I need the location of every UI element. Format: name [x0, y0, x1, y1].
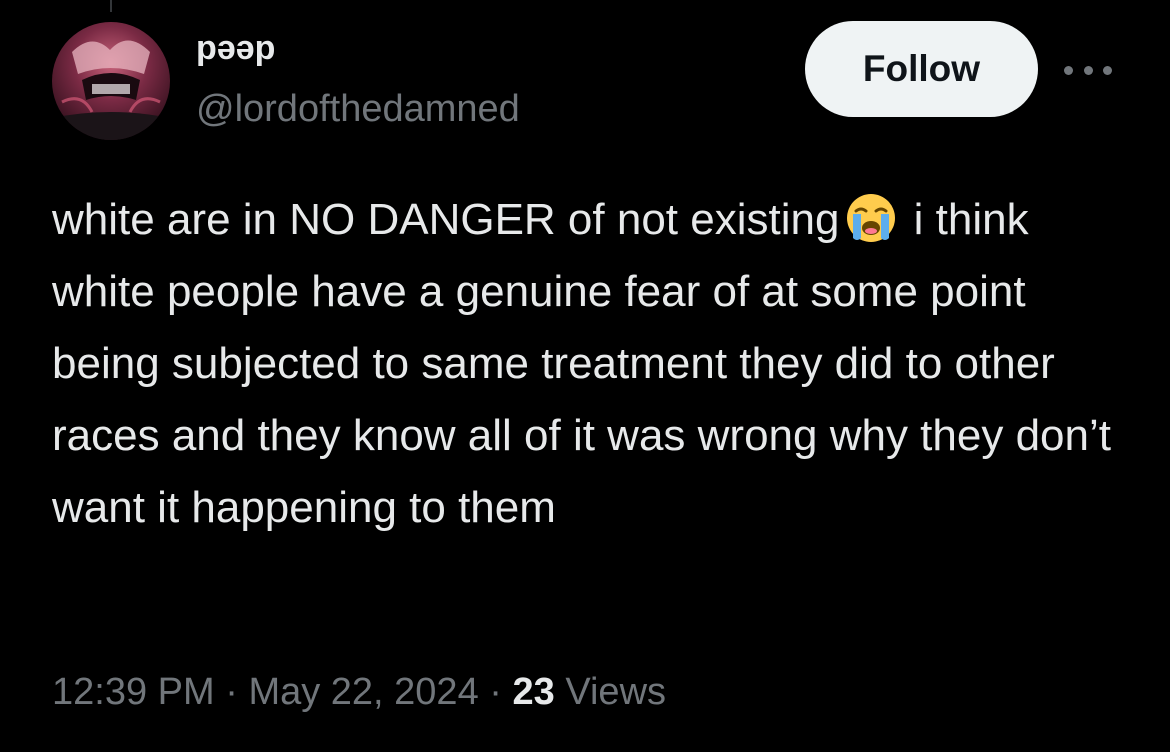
tweet-text-before-emoji: white are in NO DANGER of not existing — [52, 195, 840, 244]
tweet-time[interactable]: 12:39 PM — [52, 671, 215, 713]
author-display-name[interactable]: pəəp — [196, 28, 275, 68]
tweet-text-after-emoji: i think white people have a genuine fear… — [52, 195, 1111, 532]
more-dot — [1064, 65, 1073, 75]
avatar-image — [52, 22, 170, 140]
author-handle[interactable]: @lordofthedamned — [196, 86, 520, 132]
views-count: 23 — [512, 671, 555, 713]
tweet-meta: 12:39 PM · May 22, 2024 · 23 Views — [52, 664, 666, 720]
more-dot — [1103, 65, 1112, 75]
tweet-text: white are in NO DANGER of not existing i… — [52, 184, 1132, 544]
follow-button[interactable]: Follow — [805, 21, 1038, 117]
meta-separator: · — [225, 671, 238, 713]
avatar[interactable] — [52, 22, 170, 140]
loudly-crying-face-emoji — [847, 194, 896, 242]
views-label: Views — [565, 671, 667, 713]
more-horizontal-icon[interactable] — [1064, 60, 1112, 80]
tweet-date[interactable]: May 22, 2024 — [248, 671, 478, 713]
meta-separator: · — [489, 671, 502, 713]
thread-line — [110, 0, 112, 12]
more-dot — [1083, 65, 1093, 75]
